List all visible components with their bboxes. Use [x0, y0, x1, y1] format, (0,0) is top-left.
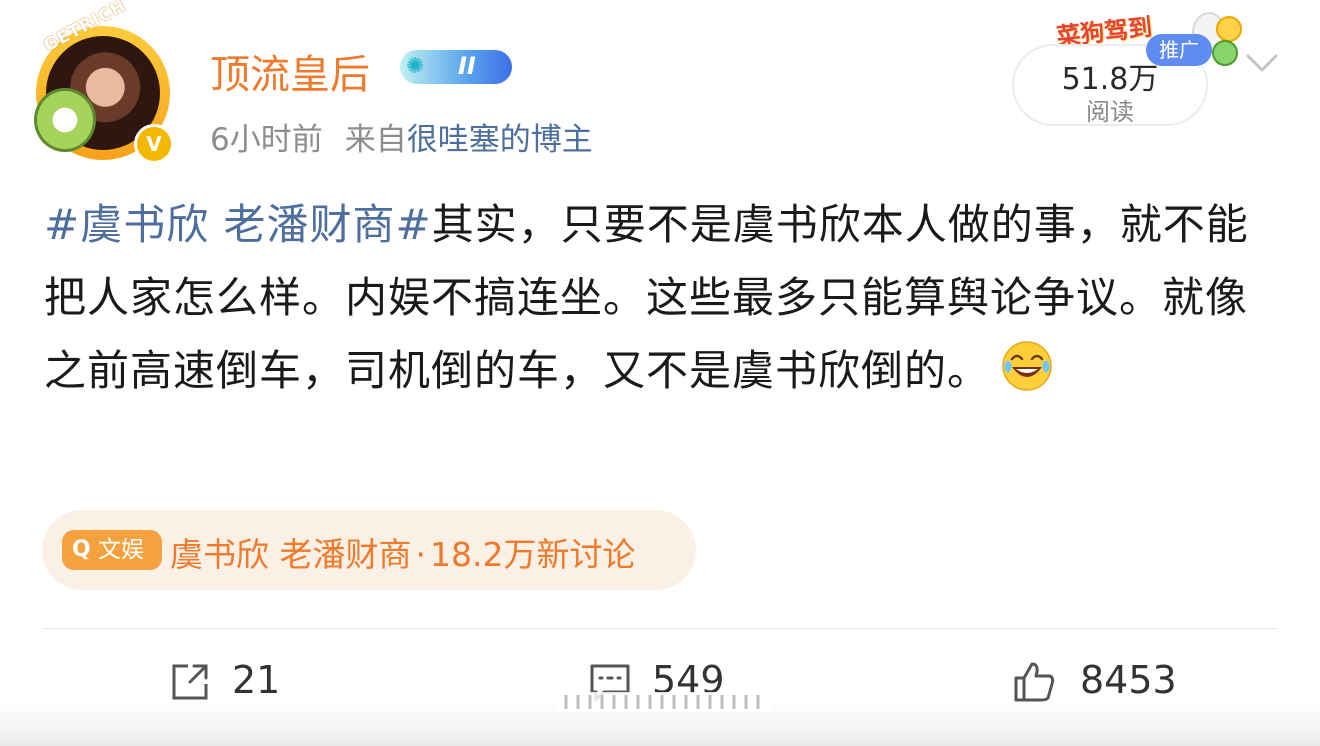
ad-badge: 推广	[1146, 34, 1212, 66]
watermark-icon	[556, 692, 772, 712]
post-hashtag[interactable]: #虞书欣 老潘财商#	[44, 200, 432, 249]
thumbs-up-icon	[1014, 662, 1055, 702]
topic-category-tag: Q 文娱	[62, 530, 162, 570]
topic-separator: ·	[415, 535, 427, 574]
source-prefix: 来自	[344, 122, 407, 158]
verified-badge-icon: V	[134, 124, 174, 164]
topic-card[interactable]: Q 文娱 虞书欣 老潘财商 · 18.2万新讨论	[42, 510, 696, 590]
source-link[interactable]: 很哇塞的博主	[407, 122, 593, 158]
topic-discussion-count: 18.2万新讨论	[430, 535, 636, 574]
chevron-down-icon[interactable]	[1244, 44, 1280, 80]
post-text: #虞书欣 老潘财商#其实，只要不是虞书欣本人做的事，就不能把人家怎么样。内娱不搞…	[44, 188, 1284, 407]
level-badge[interactable]: ✺ II	[400, 50, 512, 84]
topic-title: 虞书欣 老潘财商 · 18.2万新讨论	[170, 528, 635, 576]
like-count: 8453	[1080, 658, 1177, 702]
post-meta: 6小时前 来自很哇塞的博主	[210, 114, 593, 159]
avatar-decoration-icon	[34, 88, 96, 152]
level-number: II	[458, 52, 476, 80]
laugh-cry-emoji-icon	[1002, 341, 1052, 391]
share-count: 21	[232, 658, 281, 702]
brain-icon: ✺	[406, 54, 425, 79]
author-name[interactable]: 顶流皇后	[210, 42, 370, 100]
divider	[42, 628, 1278, 629]
topic-category-label: 文娱	[98, 537, 144, 563]
coin-icon	[1216, 16, 1242, 42]
search-icon: Q	[72, 537, 91, 562]
post-time: 6小时前	[210, 122, 323, 158]
frog-icon	[1212, 40, 1238, 66]
author-avatar[interactable]: GETRICH V	[34, 0, 174, 164]
topic-name: 虞书欣 老潘财商	[170, 535, 412, 574]
share-icon	[172, 664, 208, 700]
read-label: 阅读	[1086, 98, 1134, 126]
